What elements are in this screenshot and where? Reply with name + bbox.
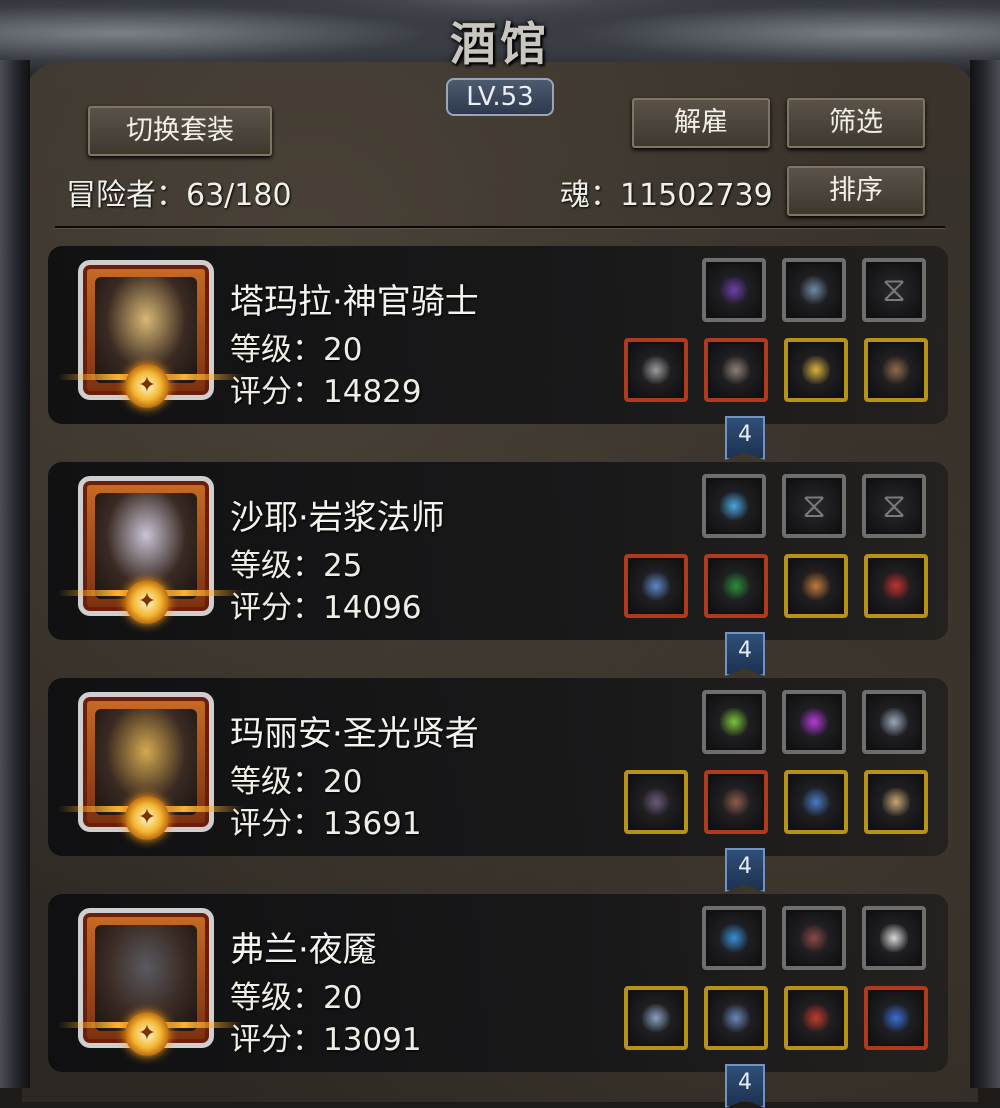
equipment-slot-top-0[interactable] bbox=[702, 690, 766, 754]
mask-icon bbox=[882, 356, 910, 384]
hero-level: 等级：20 bbox=[230, 764, 363, 800]
empty-slot-icon[interactable] bbox=[862, 474, 926, 538]
equipment-slot-bottom-0[interactable] bbox=[624, 554, 688, 618]
pendant-icon bbox=[802, 788, 830, 816]
green-crystal-icon bbox=[720, 708, 748, 736]
hero-score: 评分：13091 bbox=[230, 1022, 422, 1058]
mace-icon bbox=[642, 788, 670, 816]
rank-emblem-icon: ✦ bbox=[125, 796, 169, 840]
equipment-slot-bottom-2[interactable] bbox=[784, 338, 848, 402]
equipment-slot-top-2[interactable] bbox=[862, 690, 926, 754]
tome-icon bbox=[800, 276, 828, 304]
hero-level: 等级：25 bbox=[230, 548, 363, 584]
hero-card[interactable]: ✦ 沙耶·岩浆法师等级：25 评分：14096 bbox=[48, 462, 948, 640]
equipment-slot-top-0[interactable] bbox=[702, 258, 766, 322]
staff-icon bbox=[642, 572, 670, 600]
equipment-slot-top-0[interactable] bbox=[702, 474, 766, 538]
hero-score: 评分：14829 bbox=[230, 374, 422, 410]
hero-name: 玛丽安·圣光贤者 bbox=[230, 714, 479, 754]
equipment-slot-bottom-1[interactable] bbox=[704, 986, 768, 1050]
equipment-slot-bottom-0[interactable] bbox=[624, 986, 688, 1050]
bracelet-icon bbox=[802, 572, 830, 600]
empty-slot-icon[interactable] bbox=[782, 474, 846, 538]
hero-card[interactable]: ✦ 塔玛拉·神官骑士等级：20 评分：14829 bbox=[48, 246, 948, 424]
filter-button[interactable]: 筛选 bbox=[787, 98, 925, 148]
dark-orb-icon bbox=[720, 276, 748, 304]
equipment-slot-top-0[interactable] bbox=[702, 906, 766, 970]
cloak-icon bbox=[722, 788, 750, 816]
hero-name: 沙耶·岩浆法师 bbox=[230, 498, 445, 538]
equipment-slot-bottom-3[interactable] bbox=[864, 770, 928, 834]
equipment-slot-top-1[interactable] bbox=[782, 258, 846, 322]
adventurer-count: 冒险者：63/180 bbox=[66, 178, 292, 213]
equipment-slot-bottom-2[interactable] bbox=[784, 770, 848, 834]
header-divider bbox=[55, 226, 945, 228]
feather-icon bbox=[800, 924, 828, 952]
frost-orb-icon bbox=[720, 492, 748, 520]
hero-card[interactable]: ✦ 弗兰·夜魇等级：20 评分：13091 bbox=[48, 894, 948, 1072]
chest-armor-icon bbox=[722, 356, 750, 384]
stone-icon bbox=[880, 924, 908, 952]
rank-emblem-icon: ✦ bbox=[125, 580, 169, 624]
equipment-slot-top-1[interactable] bbox=[782, 906, 846, 970]
equipment-slot-bottom-0[interactable] bbox=[624, 770, 688, 834]
rank-emblem-icon: ✦ bbox=[125, 1012, 169, 1056]
dagger-icon bbox=[642, 1004, 670, 1032]
ruby-ring-icon bbox=[802, 1004, 830, 1032]
equipment-slot-bottom-3[interactable] bbox=[864, 986, 928, 1050]
ornate-frame-left bbox=[0, 60, 30, 1088]
hero-score: 评分：14096 bbox=[230, 590, 422, 626]
hero-score: 评分：13691 bbox=[230, 806, 422, 842]
hero-level: 等级：20 bbox=[230, 332, 363, 368]
blue-rune-icon bbox=[720, 924, 748, 952]
dismiss-button[interactable]: 解雇 bbox=[632, 98, 770, 148]
equipment-slot-bottom-1[interactable] bbox=[704, 338, 768, 402]
page-title: 酒馆 bbox=[450, 17, 550, 71]
hammer-icon bbox=[642, 356, 670, 384]
scroll-icon bbox=[882, 788, 910, 816]
soul-currency: 魂：11502739 bbox=[560, 178, 773, 213]
hero-name: 弗兰·夜魇 bbox=[230, 930, 377, 970]
robe-icon bbox=[722, 572, 750, 600]
equipment-slot-top-1[interactable] bbox=[782, 690, 846, 754]
equipment-slot-bottom-3[interactable] bbox=[864, 554, 928, 618]
mail-armor-icon bbox=[722, 1004, 750, 1032]
equipment-slot-bottom-1[interactable] bbox=[704, 770, 768, 834]
badge-icon bbox=[880, 708, 908, 736]
sort-button[interactable]: 排序 bbox=[787, 166, 925, 216]
tavern-level-badge: LV.53 bbox=[446, 78, 554, 116]
equipment-slot-bottom-2[interactable] bbox=[784, 554, 848, 618]
rank-emblem-icon: ✦ bbox=[125, 364, 169, 408]
switch-outfit-button[interactable]: 切换套装 bbox=[88, 106, 272, 156]
arcane-orb-icon bbox=[882, 1004, 910, 1032]
equipment-slot-bottom-0[interactable] bbox=[624, 338, 688, 402]
equipment-slot-bottom-2[interactable] bbox=[784, 986, 848, 1050]
equipment-slot-bottom-1[interactable] bbox=[704, 554, 768, 618]
hero-card[interactable]: ✦ 玛丽安·圣光贤者等级：20 评分：13691 bbox=[48, 678, 948, 856]
necklace-icon bbox=[882, 572, 910, 600]
purple-gem-icon bbox=[800, 708, 828, 736]
empty-slot-icon[interactable] bbox=[862, 258, 926, 322]
hero-name: 塔玛拉·神官骑士 bbox=[230, 282, 479, 322]
amulet-icon bbox=[802, 356, 830, 384]
ornate-frame-right bbox=[970, 60, 1000, 1088]
equipment-slot-top-2[interactable] bbox=[862, 906, 926, 970]
equipment-slot-bottom-3[interactable] bbox=[864, 338, 928, 402]
hero-level: 等级：20 bbox=[230, 980, 363, 1016]
